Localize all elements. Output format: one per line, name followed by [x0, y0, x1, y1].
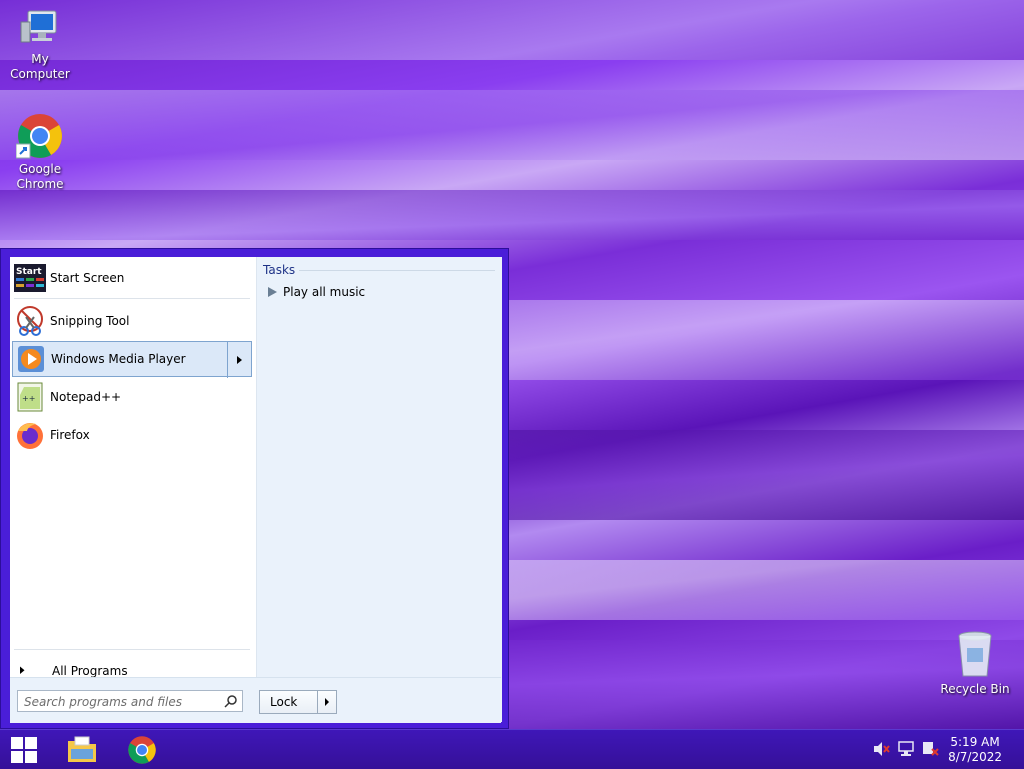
task-label: Play all music [283, 285, 366, 299]
firefox-icon [17, 423, 43, 449]
desktop-icon-label: Recycle Bin [940, 682, 1010, 696]
start-menu-item-label: Snipping Tool [50, 314, 130, 328]
task-play-all-music[interactable]: Play all music [265, 285, 365, 299]
desktop-icon-recycle-bin[interactable]: Recycle Bin [935, 630, 1015, 697]
divider [299, 270, 495, 271]
start-menu-item-label: Firefox [50, 428, 90, 442]
taskbar-file-explorer[interactable] [58, 733, 106, 766]
svg-text:++: ++ [22, 394, 35, 403]
start-menu-programs-pane: Start Start Screen Snipping Tool Windows… [10, 257, 256, 722]
wallpaper-band [0, 90, 1024, 160]
divider [14, 649, 250, 650]
taskbar: 5:19 AM 8/7/2022 [0, 729, 1024, 769]
start-menu-item-firefox[interactable]: Firefox [12, 417, 252, 453]
lock-options-button[interactable] [317, 691, 336, 713]
chrome-icon [16, 114, 62, 159]
chrome-icon [128, 735, 156, 764]
desktop-icon-google-chrome[interactable]: Google Chrome [0, 112, 80, 192]
search-icon [224, 695, 237, 708]
taskbar-chrome[interactable] [118, 733, 166, 766]
computer-icon [20, 10, 57, 43]
system-clock[interactable]: 5:19 AM 8/7/2022 [948, 735, 1002, 765]
desktop-icon-label: My Computer [10, 52, 70, 81]
clock-date: 8/7/2022 [948, 750, 1002, 764]
play-icon [268, 287, 277, 297]
start-screen-icon: Start [14, 264, 46, 292]
clock-time: 5:19 AM [950, 735, 1000, 749]
start-menu-item-label: Start Screen [50, 271, 125, 285]
start-menu: Start Start Screen Snipping Tool Windows… [0, 248, 509, 729]
tasks-heading: Tasks [263, 263, 296, 277]
recycle-bin-icon [958, 631, 992, 677]
lock-label: Lock [270, 695, 298, 709]
snipping-tool-icon [17, 306, 43, 336]
start-menu-item-start-screen[interactable]: Start Start Screen [12, 260, 252, 296]
start-menu-item-snipping-tool[interactable]: Snipping Tool [12, 303, 252, 339]
notepadpp-icon: ++ [17, 382, 43, 412]
search-placeholder: Search programs and files [24, 695, 182, 709]
desktop-icon-my-computer[interactable]: My Computer [0, 8, 80, 82]
start-menu-item-label: Notepad++ [50, 390, 122, 404]
divider [14, 298, 250, 299]
start-menu-bottom-bar: Search programs and files Lock [10, 677, 501, 723]
chevron-right-icon [236, 356, 242, 364]
network-icon[interactable] [898, 741, 916, 757]
start-menu-item-windows-media-player[interactable]: Windows Media Player [12, 341, 252, 378]
file-explorer-icon [68, 736, 96, 762]
action-center-icon[interactable] [922, 741, 940, 757]
media-player-icon [18, 346, 44, 372]
svg-text:Start: Start [16, 267, 42, 277]
desktop-icon-label: Google Chrome [16, 162, 64, 191]
windows-logo-icon [11, 736, 37, 763]
chevron-right-icon [325, 698, 330, 706]
all-programs-label: All Programs [52, 664, 128, 678]
start-menu-tasks-pane: Tasks Play all music [256, 257, 502, 722]
wallpaper-band [0, 0, 1024, 60]
start-menu-item-notepadpp[interactable]: ++ Notepad++ [12, 379, 252, 415]
lock-button[interactable]: Lock [259, 690, 337, 714]
start-button[interactable] [0, 733, 48, 766]
volume-muted-icon[interactable] [873, 741, 891, 757]
submenu-arrow-button[interactable] [227, 342, 251, 378]
start-menu-item-label: Windows Media Player [51, 352, 186, 366]
search-input[interactable]: Search programs and files [17, 690, 243, 712]
wallpaper-band [0, 190, 1024, 240]
